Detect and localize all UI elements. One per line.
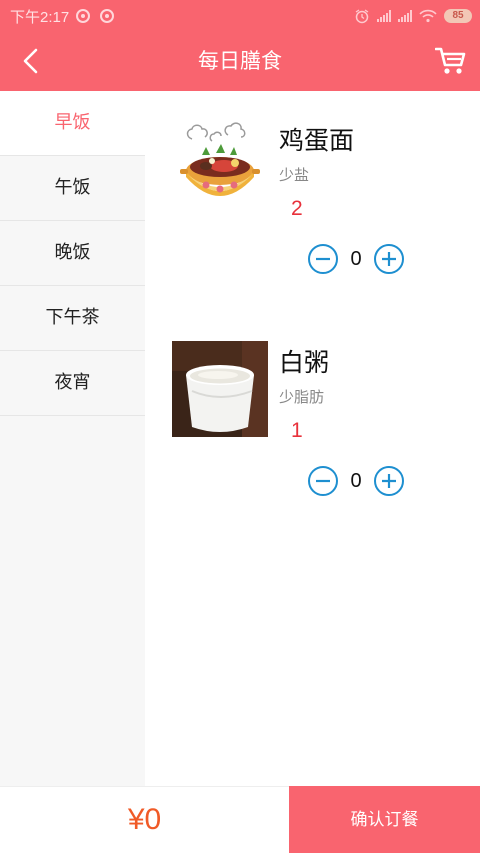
minus-button[interactable] (307, 243, 339, 275)
alarm-icon (355, 9, 369, 24)
signal-icon (377, 10, 391, 22)
sidebar-item-breakfast[interactable]: 早饭 (0, 91, 145, 156)
dish-name: 白粥 (279, 348, 330, 377)
notification-dot-icon (76, 9, 90, 23)
plus-button[interactable] (373, 243, 405, 275)
dish-name: 鸡蛋面 (279, 126, 355, 155)
dish-list: 鸡蛋面 少盐 2 0 白粥 少脂肪 1 0 (145, 91, 480, 786)
notification-dot-icon (100, 9, 114, 23)
page-title: 每日膳食 (198, 49, 282, 73)
dish-image-egg-noodles (172, 119, 268, 215)
sidebar-item-dinner[interactable]: 晚饭 (0, 221, 145, 286)
plus-button[interactable] (373, 465, 405, 497)
header-bar: 每日膳食 (0, 32, 480, 91)
quantity-value: 0 (350, 470, 362, 492)
sidebar-item-lunch[interactable]: 午饭 (0, 156, 145, 221)
cart-button[interactable] (434, 44, 468, 78)
status-bar: 下午2:17 85 (0, 0, 480, 32)
dish-image-white-porridge (172, 341, 268, 437)
order-bar: ¥0 确认订餐 (0, 786, 480, 853)
quantity-value: 0 (350, 248, 362, 270)
confirm-order-button[interactable]: 确认订餐 (289, 786, 480, 853)
quantity-stepper: 0 (307, 243, 407, 275)
status-time: 下午2:17 (10, 9, 70, 26)
status-indicators: 85 (354, 6, 472, 26)
order-total: ¥0 (127, 803, 162, 836)
category-sidebar: 早饭 午饭 晚饭 下午茶 夜宵 (0, 91, 145, 786)
list-item: 鸡蛋面 少盐 2 0 (145, 91, 480, 291)
minus-button[interactable] (307, 465, 339, 497)
list-item: 白粥 少脂肪 1 0 (145, 313, 480, 513)
sidebar-item-late-snack[interactable]: 夜宵 (0, 351, 145, 416)
quantity-stepper: 0 (307, 465, 407, 497)
dish-note: 少盐 (279, 166, 310, 184)
dish-note: 少脂肪 (279, 388, 325, 406)
dish-price: 2 (291, 197, 303, 220)
wifi-icon (419, 9, 437, 23)
signal-icon (398, 10, 412, 22)
sidebar-item-afternoon-tea[interactable]: 下午茶 (0, 286, 145, 351)
battery-icon: 85 (444, 9, 472, 23)
dish-price: 1 (291, 419, 303, 442)
cart-icon (435, 47, 466, 74)
